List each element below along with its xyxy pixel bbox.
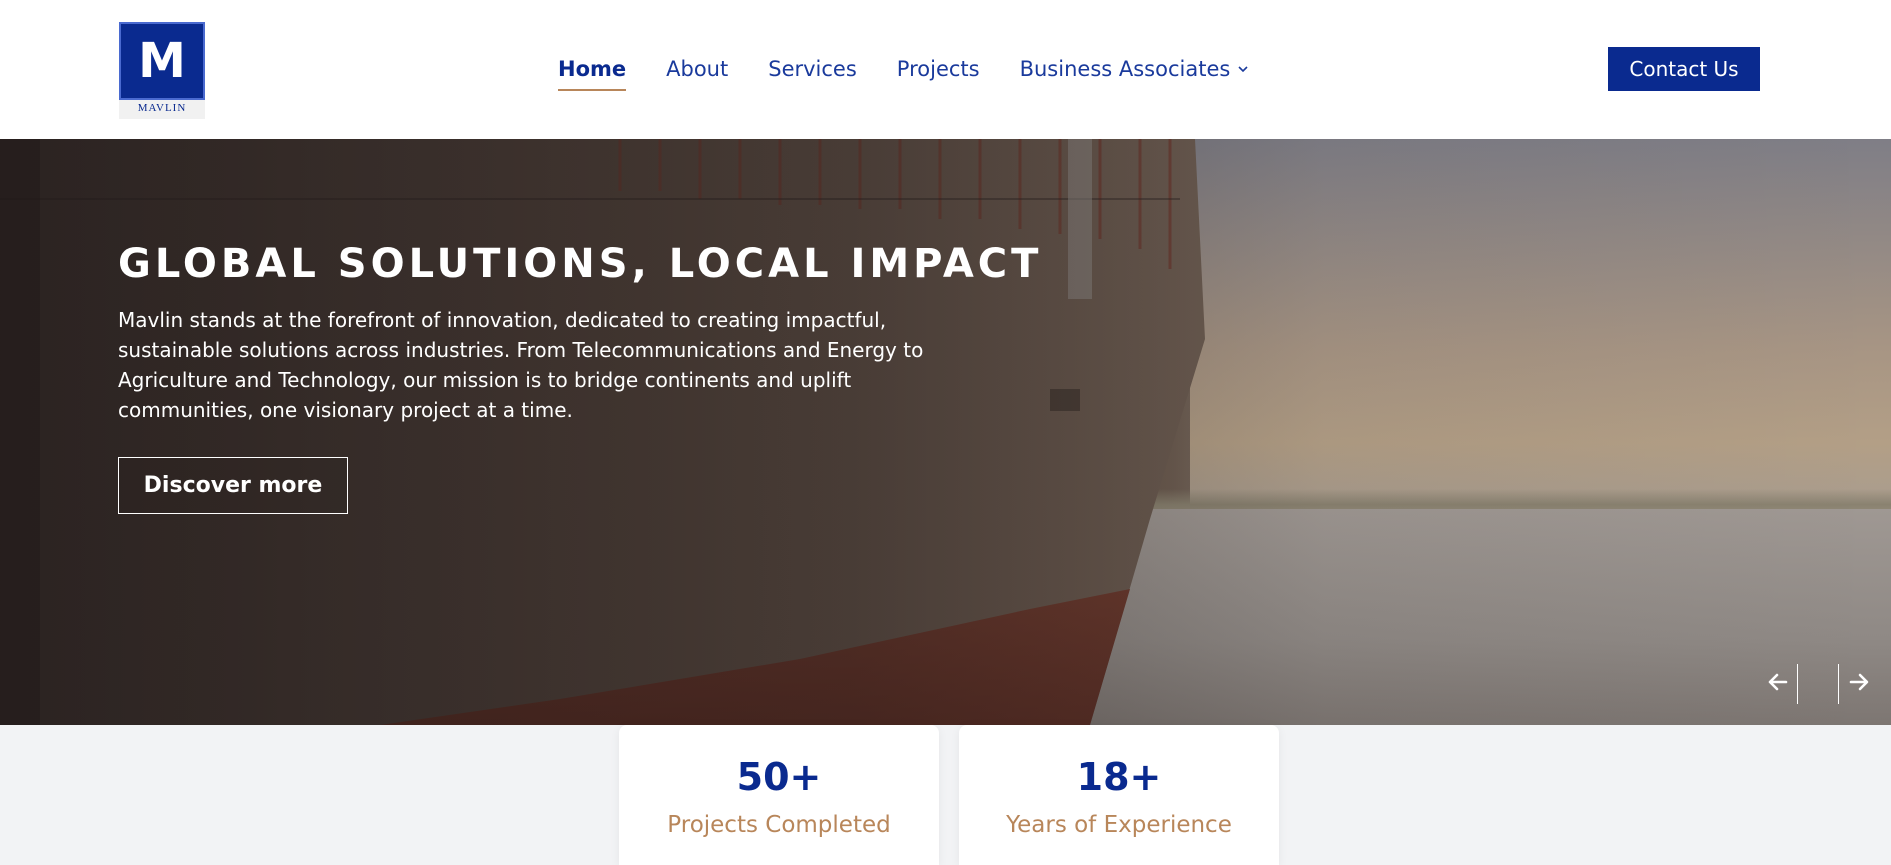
main-nav: Home About Services Projects Business As… <box>558 54 1288 91</box>
chevron-down-icon <box>1238 62 1248 77</box>
stat-value: 18+ <box>1076 755 1162 799</box>
hero-title: GLOBAL SOLUTIONS, LOCAL IMPACT <box>118 241 1043 287</box>
nav-item-label: Services <box>768 57 857 81</box>
nav-item-business-associates[interactable]: Business Associates <box>1020 57 1249 81</box>
hero-description: Mavlin stands at the forefront of innova… <box>118 308 924 422</box>
nav-item-label: Projects <box>896 57 980 81</box>
logo-letter: M <box>138 33 186 89</box>
slider-prev-button[interactable] <box>1758 664 1798 704</box>
arrow-right-icon <box>1849 673 1869 696</box>
slider-next-button[interactable] <box>1838 664 1878 704</box>
nav-item-label: About <box>666 57 729 81</box>
stat-label: Years of Experience <box>1006 812 1232 838</box>
site-header: M MAVLIN Home About Services Projects Bu… <box>0 0 1891 139</box>
nav-item-home[interactable]: Home <box>558 57 627 91</box>
stat-label: Projects Completed <box>667 812 891 838</box>
nav-item-label: Business Associates <box>1019 57 1231 81</box>
hero-overlay <box>0 139 1891 725</box>
stat-card-projects: 50+ Projects Completed <box>619 725 939 865</box>
stat-value: 50+ <box>736 755 822 799</box>
logo-mark: M <box>119 22 205 100</box>
discover-more-button[interactable]: Discover more <box>118 457 348 514</box>
logo[interactable]: M MAVLIN <box>119 22 205 119</box>
nav-item-projects[interactable]: Projects <box>897 57 980 81</box>
arrow-left-icon <box>1768 673 1788 696</box>
contact-us-button[interactable]: Contact Us <box>1608 47 1760 91</box>
nav-item-about[interactable]: About <box>666 57 728 81</box>
stat-card-experience: 18+ Years of Experience <box>959 725 1279 865</box>
logo-wordmark: MAVLIN <box>137 102 187 114</box>
nav-item-services[interactable]: Services <box>768 57 857 81</box>
hero-banner: GLOBAL SOLUTIONS, LOCAL IMPACT Mavlin st… <box>0 139 1891 725</box>
nav-item-label: Home <box>558 57 627 81</box>
